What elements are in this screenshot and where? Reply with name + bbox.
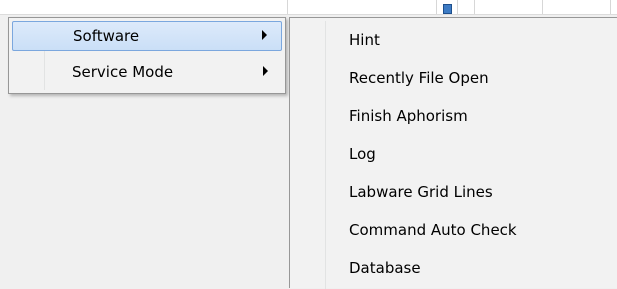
software-submenu: Hint Recently File Open Finish Aphorism …: [289, 17, 617, 289]
submenu-item-finish-aphorism[interactable]: Finish Aphorism: [293, 100, 613, 132]
submenu-item-label: Database: [349, 259, 421, 277]
submenu-item-labware-grid-lines[interactable]: Labware Grid Lines: [293, 176, 613, 208]
context-menu: Software Service Mode: [8, 17, 286, 94]
submenu-item-database[interactable]: Database: [293, 252, 613, 284]
chevron-right-icon: [263, 66, 268, 76]
menu-item-label: Service Mode: [72, 63, 174, 81]
submenu-item-label: Recently File Open: [349, 69, 489, 87]
submenu-item-label: Command Auto Check: [349, 221, 517, 239]
submenu-item-label: Hint: [349, 31, 380, 49]
toolbar-separator: [542, 0, 543, 14]
submenu-item-label: Log: [349, 145, 376, 163]
menu-item-label: Software: [73, 27, 140, 45]
submenu-item-log[interactable]: Log: [293, 138, 613, 170]
toolbar-separator: [436, 0, 437, 14]
toolbar-separator: [457, 0, 458, 14]
submenu-item-recently-file-open[interactable]: Recently File Open: [293, 62, 613, 94]
menu-item-software[interactable]: Software: [12, 21, 282, 51]
submenu-item-label: Finish Aphorism: [349, 107, 468, 125]
toolbar-separator: [474, 0, 475, 14]
submenu-item-command-auto-check[interactable]: Command Auto Check: [293, 214, 613, 246]
submenu-item-label: Labware Grid Lines: [349, 183, 493, 201]
background-window-toolbar: [0, 0, 617, 15]
toolbar-separator: [287, 0, 288, 14]
toolbar-icon: [443, 4, 452, 14]
chevron-right-icon: [262, 30, 267, 40]
menu-item-service-mode[interactable]: Service Mode: [12, 58, 282, 88]
submenu-item-hint[interactable]: Hint: [293, 24, 613, 56]
toolbar-separator: [610, 0, 611, 14]
